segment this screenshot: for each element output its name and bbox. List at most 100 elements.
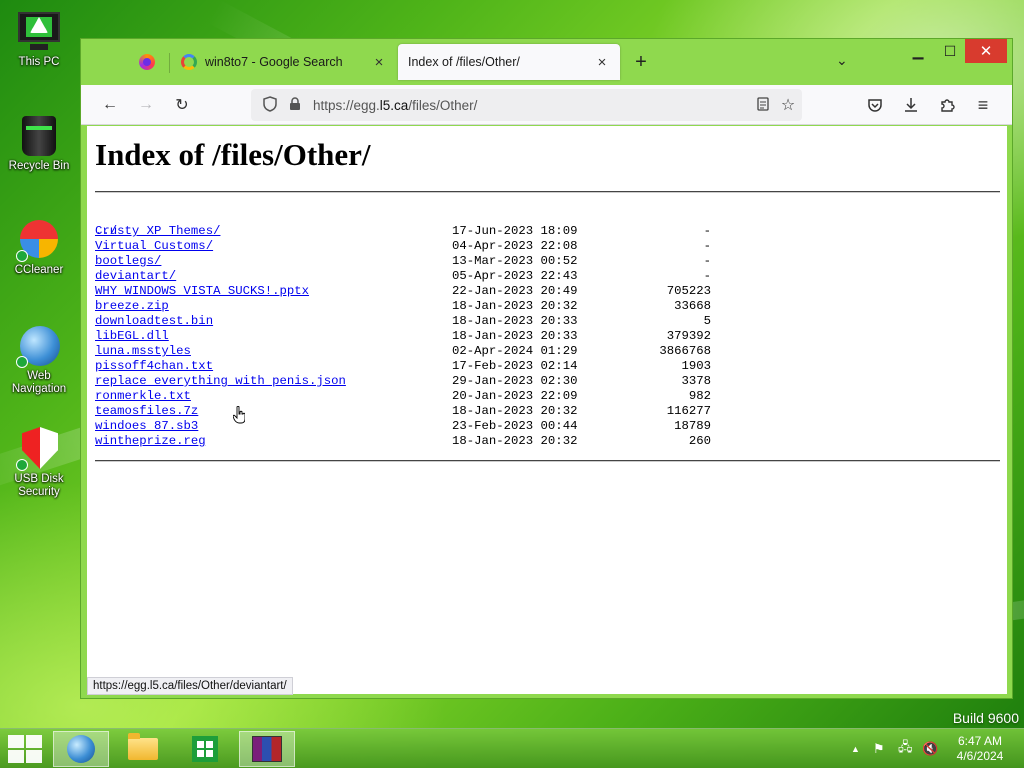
globe-icon [16, 322, 62, 368]
file-link[interactable]: wintheprize.reg [95, 434, 206, 449]
divider [95, 460, 1000, 462]
file-size: 260 [688, 434, 711, 448]
taskbar-store[interactable] [177, 731, 233, 767]
url-text[interactable]: https://egg.l5.ca/files/Other/ [313, 98, 752, 113]
extensions-icon[interactable] [935, 93, 959, 117]
close-window-button[interactable]: ✕ [965, 39, 1007, 63]
action-center-flag-icon[interactable]: ⚑ [873, 729, 885, 768]
browser-window: win8to7 - Google Search × Index of /file… [80, 38, 1013, 699]
desktop-icon-label: CCleaner [14, 264, 64, 276]
file-link[interactable]: libEGL.dll [95, 329, 169, 344]
google-icon [181, 54, 197, 70]
tracking-protection-icon[interactable] [261, 95, 279, 115]
table-row: deviantart/05-Apr-2023 22:43 - [95, 269, 795, 284]
forward-button[interactable]: → [134, 93, 158, 117]
file-size: 3378 [681, 374, 711, 388]
file-date: 18-Jan-2023 20:32 [452, 299, 578, 313]
store-icon [192, 736, 218, 762]
desktop-icon-this-pc[interactable]: This PC [2, 8, 76, 69]
show-hidden-icons-button[interactable]: ▲ [851, 729, 860, 768]
tab-google-search[interactable]: win8to7 - Google Search × [171, 44, 397, 80]
taskbar-winrar[interactable] [239, 731, 295, 767]
lock-icon[interactable] [287, 96, 303, 114]
file-link[interactable]: ronmerkle.txt [95, 389, 191, 404]
list-item: ../ [95, 209, 795, 238]
desktop-icon-ccleaner[interactable]: CCleaner [2, 216, 76, 277]
taskbar-internet-explorer[interactable] [53, 731, 109, 767]
page-content: Index of /files/Other/ ../ Crusty XP The… [87, 126, 1007, 694]
menu-icon[interactable]: ≡ [971, 93, 995, 117]
network-icon[interactable]: 🖧 [898, 729, 913, 768]
file-link[interactable]: downloadtest.bin [95, 314, 213, 329]
table-row: breeze.zip 18-Jan-2023 20:32 33668 [95, 299, 795, 314]
file-date: 20-Jan-2023 22:09 [452, 389, 578, 403]
download-icon[interactable] [899, 93, 923, 117]
table-row: Virtual Customs/04-Apr-2023 22:08 - [95, 239, 795, 254]
navigation-toolbar: ← → ↻ https://egg.l5.ca/files/Other/ ☆ ≡ [81, 85, 1012, 125]
bookmark-star-icon[interactable]: ☆ [774, 95, 802, 115]
table-row: luna.msstyles 02-Apr-2024 01:29 3866768 [95, 344, 795, 359]
taskbar-clock[interactable]: 6:47 AM 4/6/2024 [950, 734, 1010, 764]
pocket-icon[interactable] [863, 93, 887, 117]
taskbar-file-explorer[interactable] [115, 731, 171, 767]
file-link[interactable]: Crusty XP Themes/ [95, 224, 220, 239]
file-link[interactable]: Virtual Customs/ [95, 239, 213, 254]
file-listing: ../ Crusty XP Themes/17-Jun-2023 18:09- V… [95, 209, 795, 449]
tab-index-of-files-other[interactable]: Index of /files/Other/ × [398, 44, 620, 80]
desktop-icon-label: This PC [18, 56, 60, 68]
taskbar: ▲ ⚑ 🖧 🔇 6:47 AM 4/6/2024 [0, 728, 1024, 768]
maximize-button[interactable]: ☐ [936, 39, 964, 63]
file-link[interactable]: luna.msstyles [95, 344, 191, 359]
desktop-icon-usb-disk-security[interactable]: USB Disk Security [2, 425, 76, 499]
file-explorer-icon [128, 733, 158, 760]
table-row: bootlegs/13-Mar-2023 00:52 - [95, 254, 795, 269]
close-tab-icon[interactable]: × [594, 54, 610, 71]
page-title: Index of /files/Other/ [95, 137, 371, 172]
file-date: 04-Apr-2023 22:08 [452, 239, 578, 253]
file-date: 17-Feb-2023 02:14 [452, 359, 578, 373]
file-link[interactable]: pissoff4chan.txt [95, 359, 213, 374]
recycle-bin-icon [16, 112, 62, 158]
hand-cursor-icon [233, 406, 245, 424]
close-tab-icon[interactable]: × [371, 54, 387, 71]
new-tab-button[interactable]: + [631, 51, 651, 73]
list-all-tabs-button[interactable]: ⌄ [836, 52, 848, 69]
file-link[interactable]: replace everything with penis.json [95, 374, 346, 389]
desktop-icon-recycle-bin[interactable]: Recycle Bin [2, 112, 76, 173]
minimize-button[interactable]: ▁ [904, 39, 932, 63]
winrar-icon [252, 736, 282, 762]
tab-pinned-firefox[interactable] [127, 44, 167, 80]
file-size: 379392 [666, 329, 711, 343]
volume-muted-icon[interactable]: 🔇 [922, 729, 938, 768]
file-link[interactable]: bootlegs/ [95, 254, 161, 269]
table-row: libEGL.dll 18-Jan-2023 20:33 379392 [95, 329, 795, 344]
file-link[interactable]: teamosfiles.7z [95, 404, 198, 419]
address-bar[interactable]: https://egg.l5.ca/files/Other/ ☆ [251, 89, 802, 121]
table-row: teamosfiles.7z 18-Jan-2023 20:32 116277 [95, 404, 795, 419]
file-link[interactable]: breeze.zip [95, 299, 169, 314]
reader-view-icon[interactable] [752, 96, 774, 114]
build-watermark: Build 9600 [952, 710, 1019, 726]
shield-icon [16, 425, 62, 471]
clock-date: 4/6/2024 [956, 749, 1004, 763]
url-prefix: https://egg. [313, 97, 380, 113]
file-date: 22-Jan-2023 20:49 [452, 284, 578, 298]
file-link[interactable]: deviantart/ [95, 269, 176, 284]
file-size: - [703, 269, 711, 283]
firefox-icon [139, 54, 155, 70]
file-size: 18789 [674, 419, 711, 433]
ccleaner-icon [16, 216, 62, 262]
file-size: 5 [703, 314, 711, 328]
table-row: Crusty XP Themes/17-Jun-2023 18:09 - [95, 224, 795, 239]
reload-button[interactable]: ↻ [170, 93, 194, 117]
file-date: 29-Jan-2023 02:30 [452, 374, 578, 388]
desktop-icon-web-navigation[interactable]: Web Navigation [2, 322, 76, 396]
desktop-icon-label: Web Navigation [11, 370, 67, 395]
divider [95, 191, 1000, 193]
file-link[interactable]: WHY WINDOWS VISTA SUCKS!.pptx [95, 284, 309, 299]
start-button[interactable] [8, 735, 42, 763]
file-link[interactable]: windoes 87.sb3 [95, 419, 198, 434]
url-path: /files/Other/ [408, 97, 478, 113]
back-button[interactable]: ← [98, 93, 122, 117]
file-date: 13-Mar-2023 00:52 [452, 254, 578, 268]
